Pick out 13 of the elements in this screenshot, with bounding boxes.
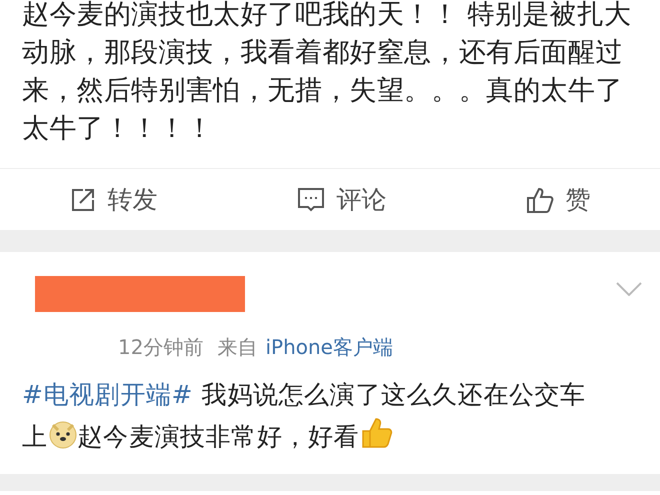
source-link[interactable]: iPhone客户端 bbox=[265, 332, 393, 362]
chevron-down-icon[interactable] bbox=[616, 282, 642, 296]
hashtag-link[interactable]: #电视剧开端# bbox=[22, 380, 194, 409]
share-icon bbox=[70, 186, 96, 212]
like-button[interactable]: 赞 bbox=[518, 176, 598, 222]
thumbs-up-icon bbox=[526, 186, 554, 214]
post-text: 赵今麦的演技也太好了吧我的天！！ 特别是被扎大动脉，那段演技，我看着都好窒息，还有后面醒过来，然后特别害怕，无措，失望。。。真的太牛了太牛了！！！！ bbox=[21, 0, 632, 146]
comment-button[interactable]: 评论 bbox=[288, 176, 394, 222]
comment-icon bbox=[296, 186, 324, 212]
dog-face-icon bbox=[48, 422, 78, 451]
source-label: 来自 bbox=[217, 334, 258, 361]
timestamp: 12分钟前 bbox=[118, 334, 204, 361]
repost-button[interactable]: 转发 bbox=[62, 176, 166, 222]
